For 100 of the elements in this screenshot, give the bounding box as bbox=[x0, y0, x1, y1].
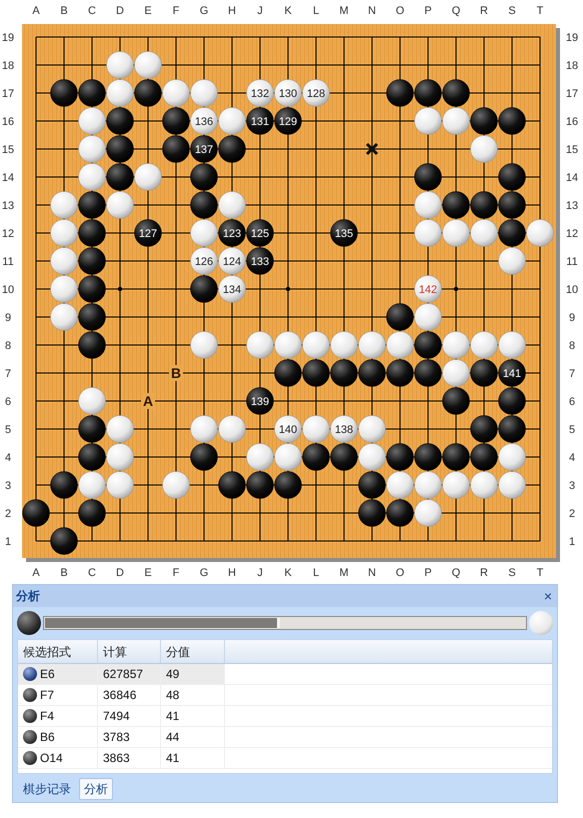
stone bbox=[358, 359, 386, 387]
move-number: 134 bbox=[222, 284, 242, 296]
stone bbox=[274, 415, 302, 443]
stone bbox=[78, 163, 106, 191]
stone bbox=[218, 219, 246, 247]
stone bbox=[470, 359, 498, 387]
stone bbox=[498, 219, 526, 247]
stone bbox=[50, 247, 78, 275]
stone bbox=[190, 275, 218, 303]
stone bbox=[50, 191, 78, 219]
move-number: 125 bbox=[250, 228, 270, 240]
column-label: G bbox=[200, 567, 208, 578]
panel-tab[interactable]: 棋步记录 bbox=[19, 778, 75, 800]
stone bbox=[78, 247, 106, 275]
stone bbox=[190, 443, 218, 471]
move-cell-text: F7 bbox=[40, 687, 54, 704]
move-number: 126 bbox=[194, 256, 214, 268]
column-label: T bbox=[536, 5, 544, 17]
stone-icon bbox=[17, 611, 41, 635]
close-button[interactable]: × bbox=[542, 589, 554, 603]
panel-tab[interactable]: 分析 bbox=[79, 778, 113, 800]
stone bbox=[414, 443, 442, 471]
stone bbox=[50, 79, 78, 107]
row-label: 8 bbox=[4, 340, 12, 352]
stone bbox=[442, 331, 470, 359]
stone bbox=[498, 331, 526, 359]
stone bbox=[134, 219, 162, 247]
row-label: 16 bbox=[566, 116, 578, 128]
stone bbox=[358, 443, 386, 471]
stone bbox=[386, 303, 414, 331]
score-cell: 41 bbox=[161, 706, 225, 726]
stone bbox=[414, 191, 442, 219]
row-label: 12 bbox=[566, 228, 578, 240]
playouts-cell: 7494 bbox=[98, 706, 161, 726]
stone bbox=[106, 191, 134, 219]
stone bbox=[246, 331, 274, 359]
stone bbox=[246, 443, 274, 471]
stone bbox=[218, 415, 246, 443]
stone bbox=[162, 107, 190, 135]
stone bbox=[498, 359, 526, 387]
move-number: 132 bbox=[250, 88, 270, 100]
stone bbox=[498, 107, 526, 135]
stone bbox=[302, 79, 330, 107]
stone bbox=[470, 135, 498, 163]
stone bbox=[274, 471, 302, 499]
stone bbox=[330, 219, 358, 247]
row-label: 16 bbox=[2, 116, 14, 128]
row-label: 13 bbox=[2, 200, 14, 212]
stone bbox=[218, 247, 246, 275]
move-number: 142 bbox=[418, 284, 438, 296]
stone bbox=[78, 135, 106, 163]
move-number: 137 bbox=[194, 144, 214, 156]
playouts-cell: 3863 bbox=[98, 748, 161, 768]
stone bbox=[274, 107, 302, 135]
stone bbox=[190, 331, 218, 359]
column-header[interactable]: 分值 bbox=[161, 640, 225, 663]
row-label: 15 bbox=[2, 144, 14, 156]
move-number: 139 bbox=[250, 396, 270, 408]
stone bbox=[498, 247, 526, 275]
candidate-row[interactable]: E6 627857 49 bbox=[18, 664, 225, 684]
row-label: 1 bbox=[4, 536, 12, 548]
stone bbox=[134, 79, 162, 107]
stone bbox=[134, 163, 162, 191]
row-label: 19 bbox=[566, 32, 578, 44]
stone bbox=[442, 79, 470, 107]
column-label: A bbox=[32, 567, 40, 578]
stone bbox=[414, 219, 442, 247]
column-label: A bbox=[32, 5, 40, 17]
stone-icon bbox=[23, 730, 37, 744]
move-number: 123 bbox=[222, 228, 242, 240]
move-number: 136 bbox=[194, 116, 214, 128]
row-label: 9 bbox=[568, 312, 576, 324]
row-label: 4 bbox=[4, 452, 12, 464]
stone bbox=[78, 499, 106, 527]
stone bbox=[414, 163, 442, 191]
stone bbox=[106, 135, 134, 163]
stone bbox=[190, 415, 218, 443]
row-label: 11 bbox=[2, 256, 14, 268]
stone bbox=[442, 471, 470, 499]
column-label: D bbox=[116, 567, 124, 578]
stone bbox=[302, 331, 330, 359]
stone bbox=[162, 135, 190, 163]
column-label: K bbox=[284, 567, 292, 578]
stone-icon bbox=[23, 709, 37, 723]
playouts-cell: 627857 bbox=[98, 664, 161, 684]
row-label: 18 bbox=[2, 60, 14, 72]
column-label: P bbox=[424, 567, 432, 578]
column-header[interactable]: 候选招式 bbox=[18, 640, 98, 663]
stone bbox=[78, 303, 106, 331]
column-label: L bbox=[312, 5, 320, 17]
column-label: P bbox=[424, 5, 432, 17]
stone bbox=[218, 275, 246, 303]
move-number: 129 bbox=[278, 116, 298, 128]
stone bbox=[106, 415, 134, 443]
stone-icon bbox=[23, 688, 37, 702]
stone bbox=[246, 471, 274, 499]
stone bbox=[190, 135, 218, 163]
column-label: R bbox=[480, 567, 488, 578]
column-header[interactable]: 计算 bbox=[98, 640, 161, 663]
row-label: 17 bbox=[2, 88, 14, 100]
